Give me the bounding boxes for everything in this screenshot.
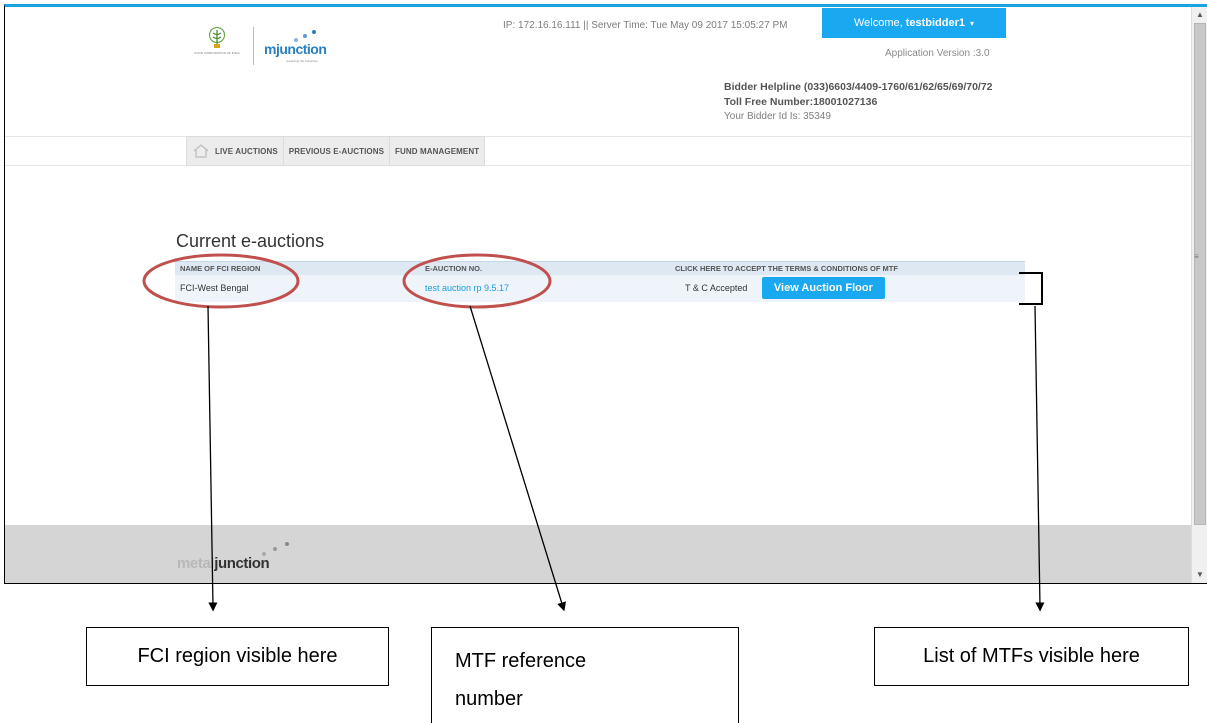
scrollbar-thumb[interactable] [1194, 23, 1206, 525]
home-icon [193, 144, 209, 158]
user-menu-button[interactable]: Welcome, testbidder1 ▾ [822, 8, 1006, 38]
username: testbidder1 [905, 17, 965, 29]
nav-divider-bottom [5, 165, 1191, 166]
footer-logo-part2: junction [214, 555, 270, 572]
bidder-id: Your Bidder Id Is: 35349 [724, 111, 831, 122]
page-title: Current e-auctions [176, 231, 325, 251]
chevron-down-icon: ▾ [969, 18, 974, 28]
auction-table: NAME OF FCI REGION E-AUCTION NO. CLICK H… [175, 261, 1025, 302]
column-header-auction-no: E-AUCTION NO. [420, 261, 670, 275]
callout-mtf-line1: MTF reference [455, 650, 587, 672]
app-version: Application Version :3.0 [885, 48, 990, 59]
view-auction-floor-button[interactable]: View Auction Floor [761, 277, 885, 299]
auction-number-link[interactable]: test auction rp 9.5.17 [425, 283, 509, 293]
mjunction-logo-text: mjunction [264, 41, 327, 57]
nav-fund-management[interactable]: FUND MANAGEMENT [390, 137, 484, 165]
metaljunction-logo: metaljunction [177, 555, 270, 572]
nav-fund-management-label: FUND MANAGEMENT [395, 146, 480, 156]
nav-previous-e-auctions-label: PREVIOUS E-AUCTIONS [288, 146, 385, 156]
table-row: FCI-West Bengal test auction rp 9.5.17 T… [175, 274, 1025, 302]
fci-emblem-icon [208, 27, 226, 48]
nav-divider-top [5, 136, 1191, 137]
footer-logo-part1: metal [177, 555, 215, 572]
footer: metaljunction [5, 525, 1191, 583]
nav-live-auctions-label: LIVE AUCTIONS [215, 146, 278, 156]
vertical-scrollbar[interactable]: ▲ ≡ ▼ [1191, 7, 1207, 583]
callout-mtf-list: List of MTFs visible here [874, 627, 1189, 686]
nav-previous-e-auctions[interactable]: PREVIOUS E-AUCTIONS [284, 137, 391, 165]
logo-divider [253, 27, 254, 65]
callout-mtf-line2: number [455, 688, 523, 710]
mjunction-tagline: rewarding the industries [286, 59, 318, 63]
mjunction-logo: mjunction rewarding the industries [264, 27, 344, 65]
callout-fci-region: FCI region visible here [86, 627, 389, 686]
nav-live-auctions[interactable]: LIVE AUCTIONS [187, 137, 284, 165]
tc-status: T & C Accepted [685, 283, 748, 293]
header-logos: FOOD CORPORATION OF INDIA mjunction rewa… [191, 27, 344, 65]
fci-logo-text: FOOD CORPORATION OF INDIA [194, 51, 240, 55]
main-nav: LIVE AUCTIONS PREVIOUS E-AUCTIONS FUND M… [186, 136, 486, 166]
terms-cell: T & C Accepted View Auction Floor [670, 274, 1025, 302]
scroll-up-arrow-icon[interactable]: ▲ [1192, 7, 1207, 23]
browser-frame: FOOD CORPORATION OF INDIA mjunction rewa… [4, 4, 1207, 584]
callout-mtf-reference: MTF reference number [431, 627, 739, 723]
auction-no-cell: test auction rp 9.5.17 [420, 274, 670, 302]
column-header-terms: CLICK HERE TO ACCEPT THE TERMS & CONDITI… [670, 261, 1025, 275]
table-header-row: NAME OF FCI REGION E-AUCTION NO. CLICK H… [175, 261, 1025, 275]
toll-free-number: Toll Free Number:18001027136 [724, 96, 878, 108]
region-cell: FCI-West Bengal [175, 274, 420, 302]
server-info: IP: 172.16.16.111 || Server Time: Tue Ma… [503, 20, 788, 31]
welcome-prefix: Welcome, [853, 17, 903, 29]
column-header-region: NAME OF FCI REGION [175, 261, 420, 275]
scroll-grip-icon: ≡ [1194, 252, 1199, 261]
fci-logo: FOOD CORPORATION OF INDIA [191, 27, 243, 65]
scroll-down-arrow-icon[interactable]: ▼ [1192, 567, 1207, 583]
bidder-helpline: Bidder Helpline (033)6603/4409-1760/61/6… [724, 81, 993, 93]
